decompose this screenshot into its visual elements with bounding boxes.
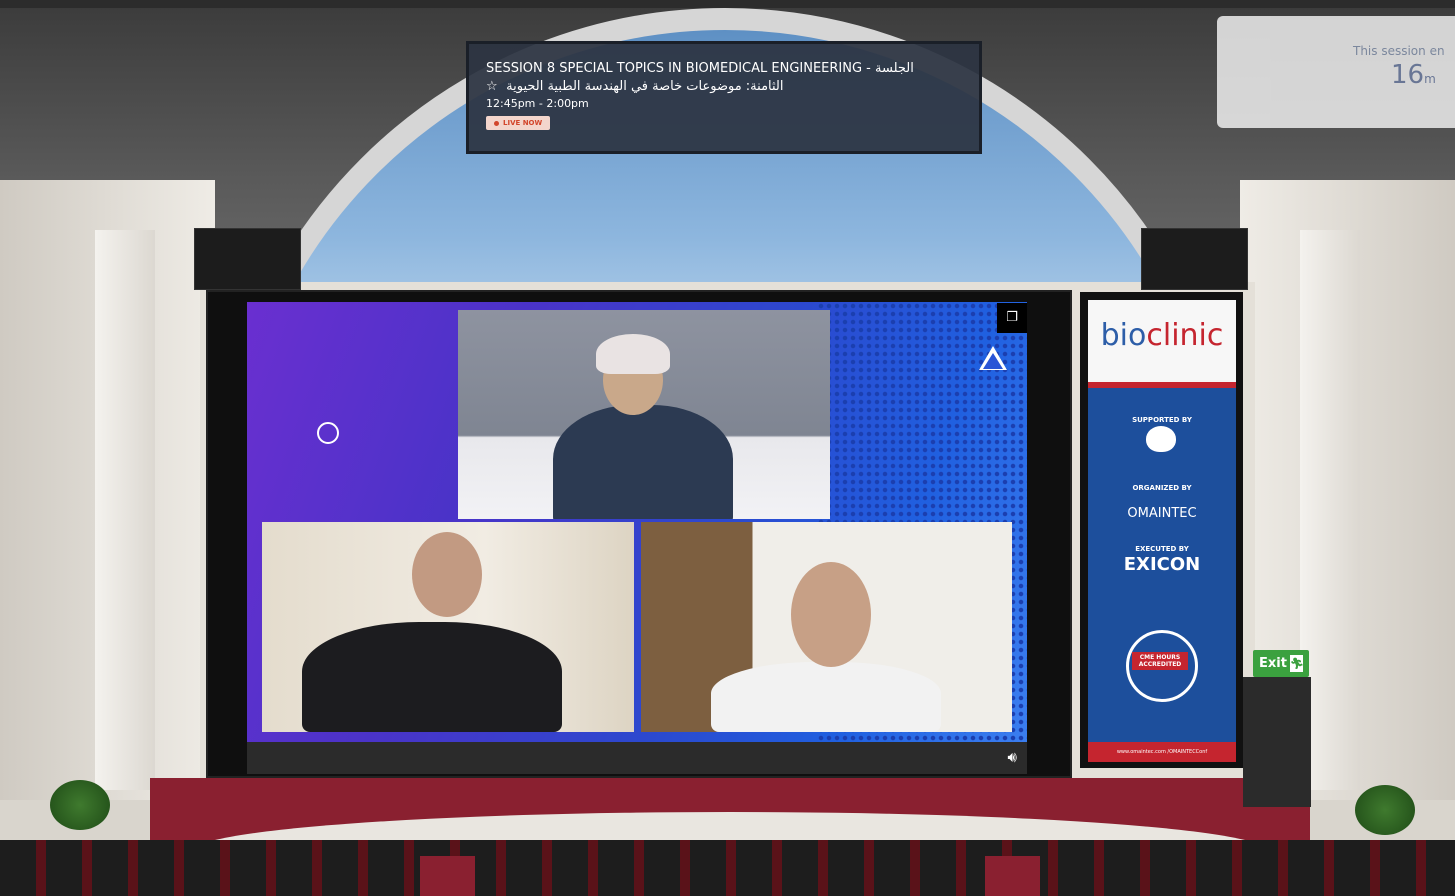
speaker-1-body bbox=[553, 405, 733, 519]
countdown-value: 16 bbox=[1391, 60, 1425, 90]
session-title-line2: الثامنة: موضوعات خاصة في الهندسة الطبية … bbox=[506, 79, 784, 94]
right-plant bbox=[1355, 785, 1415, 835]
speaker-2-body bbox=[302, 622, 562, 732]
volume-icon[interactable]: 🔊︎ bbox=[1008, 748, 1017, 766]
auditorium-scene: SESSION 8 SPECIAL TOPICS IN BIOMEDICAL E… bbox=[0, 0, 1455, 896]
executed-label: EXECUTED BY bbox=[1135, 545, 1189, 553]
video-control-bar: 🔊︎ bbox=[247, 742, 1027, 774]
aisle-left bbox=[420, 856, 475, 896]
circle-graphic bbox=[317, 422, 339, 444]
speaker-2-head bbox=[412, 532, 482, 617]
organized-label: ORGANIZED BY bbox=[1132, 484, 1192, 492]
left-speaker bbox=[194, 228, 301, 290]
session-end-countdown: 16m bbox=[1391, 60, 1436, 90]
video-tile-speaker-2 bbox=[262, 522, 634, 732]
video-tile-speaker-3 bbox=[641, 522, 1012, 732]
session-end-card: This session en 16m bbox=[1217, 16, 1455, 128]
logo-divider bbox=[1088, 382, 1236, 388]
live-dot-icon bbox=[494, 120, 499, 126]
session-title-line1: SESSION 8 SPECIAL TOPICS IN BIOMEDICAL E… bbox=[486, 61, 914, 76]
ceiling-edge bbox=[0, 0, 1455, 8]
supported-label: SUPPORTED BY bbox=[1132, 416, 1192, 424]
speaker-3-body bbox=[711, 662, 941, 732]
aisle-right bbox=[985, 856, 1040, 896]
video-tile-speaker-1 bbox=[458, 310, 830, 519]
speaker-1-headwear bbox=[596, 334, 670, 374]
logo-clinic: clinic bbox=[1146, 318, 1224, 353]
session-title: SESSION 8 SPECIAL TOPICS IN BIOMEDICAL E… bbox=[486, 60, 946, 96]
bioclinic-logo: bioclinic bbox=[1088, 318, 1236, 353]
session-time: 12:45pm - 2:00pm bbox=[486, 97, 589, 110]
session-banner: SESSION 8 SPECIAL TOPICS IN BIOMEDICAL E… bbox=[466, 41, 982, 154]
countdown-unit: m bbox=[1424, 72, 1436, 86]
left-plant bbox=[50, 780, 110, 830]
organizer-name: OMAINTEC bbox=[1127, 506, 1197, 521]
cme-badge: CME HOURS ACCREDITED bbox=[1132, 652, 1188, 670]
exit-button[interactable]: Exit 🏃︎ bbox=[1253, 650, 1309, 677]
left-pillar bbox=[95, 230, 155, 790]
live-label: LIVE NOW bbox=[503, 119, 543, 127]
speaker-3-head bbox=[791, 562, 871, 667]
logo-bio: bio bbox=[1100, 318, 1147, 353]
audience-seats bbox=[0, 840, 1455, 896]
session-end-text: This session en bbox=[1353, 44, 1445, 58]
exit-label: Exit bbox=[1259, 656, 1287, 671]
exit-door bbox=[1243, 677, 1311, 807]
star-icon[interactable]: ☆ bbox=[486, 78, 500, 96]
executor-name: EXICON bbox=[1123, 554, 1201, 575]
live-badge: LIVE NOW bbox=[486, 116, 551, 130]
side-banner: bioclinic SUPPORTED BY ORGANIZED BY OMAI… bbox=[1088, 300, 1236, 762]
exit-icon: 🏃︎ bbox=[1289, 655, 1304, 672]
popout-icon[interactable]: ❐ bbox=[997, 303, 1027, 333]
video-player[interactable] bbox=[247, 302, 1027, 742]
side-banner-footer: www.omaintec.com /OMAINTECConf bbox=[1088, 742, 1236, 762]
right-speaker bbox=[1141, 228, 1248, 290]
triangle-graphic-inner bbox=[983, 353, 1003, 369]
heart-logo-icon bbox=[1146, 426, 1176, 452]
